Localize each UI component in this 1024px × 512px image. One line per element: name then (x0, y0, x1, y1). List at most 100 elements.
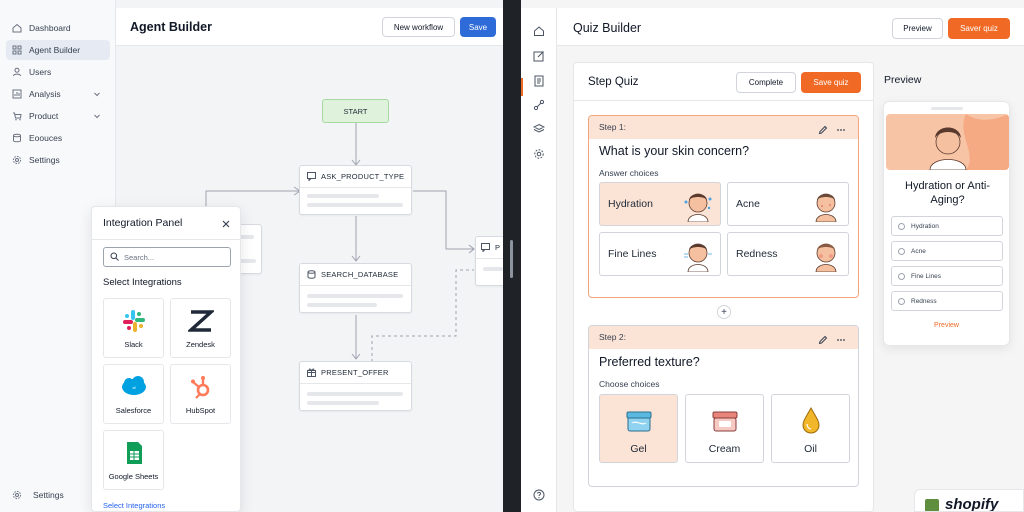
integration-label: Salesforce (115, 406, 152, 415)
texture-choice-cream[interactable]: Cream (685, 394, 764, 463)
workflow-node-ask-product-type[interactable]: ASK_PRODUCT_TYPE (299, 165, 412, 215)
save-quiz-button-secondary[interactable]: Save quiz (801, 72, 861, 93)
woman-illustration-icon (929, 114, 1009, 170)
workflow-node-search-database[interactable]: SEARCH_DATABASE (299, 263, 412, 313)
chat-icon (481, 243, 490, 253)
divider (92, 239, 240, 240)
radio-icon (898, 222, 905, 230)
sidebar-item-label: Agent Builder (29, 45, 81, 55)
integration-label: Slack (124, 340, 143, 349)
chat-icon (307, 172, 316, 182)
step-subtitle: Choose choices (599, 379, 660, 389)
pencil-icon[interactable] (818, 122, 828, 135)
gear-icon (12, 490, 22, 500)
integration-tile-slack[interactable]: Slack (103, 298, 164, 358)
answer-choice-redness[interactable]: Redness (727, 232, 849, 276)
sidebar-item-label: Dashboard (29, 23, 71, 33)
radio-icon (898, 297, 905, 305)
integration-tile-google-sheets[interactable]: Google Sheets (103, 430, 164, 490)
choice-label: Redness (736, 248, 778, 260)
sidebar-item-users[interactable]: Users (6, 62, 110, 82)
radio-icon (898, 272, 905, 280)
texture-label: Gel (630, 443, 647, 455)
step-label: Step 2: (599, 332, 626, 342)
answer-choice-acne[interactable]: Acne (727, 182, 849, 226)
integration-label: HubSpot (185, 406, 216, 415)
sidebar-item-label: Users (29, 67, 52, 77)
edit-icon[interactable] (533, 49, 545, 62)
start-node[interactable]: START (322, 99, 389, 123)
document-icon[interactable] (533, 74, 545, 87)
preview-option[interactable]: Fine Lines (891, 266, 1003, 286)
complete-button[interactable]: Complete (736, 72, 796, 93)
option-label: Hydration (911, 222, 939, 230)
pencil-icon[interactable] (818, 332, 828, 345)
home-icon[interactable] (533, 24, 545, 36)
integration-tile-hubspot[interactable]: HubSpot (170, 364, 231, 424)
preview-heading: Preview (884, 74, 922, 86)
workflow-node-partial[interactable]: P (475, 236, 503, 286)
integration-tile-salesforce[interactable]: sf Salesforce (103, 364, 164, 424)
divider (574, 100, 873, 101)
phone-preview: Hydration or Anti-Aging? Hydration Acne … (883, 101, 1010, 346)
preview-submit-button[interactable]: Preview (884, 322, 1009, 329)
chevron-down-icon (92, 111, 102, 121)
texture-choice-gel[interactable]: Gel (599, 394, 678, 463)
step-subtitle: Answer choices (599, 168, 659, 178)
panel-title: Integration Panel (103, 217, 183, 229)
shopify-badge: shopify (914, 489, 1024, 512)
more-icon[interactable] (836, 332, 846, 342)
add-step-button[interactable]: + (717, 305, 731, 319)
node-placeholder-line (307, 303, 377, 307)
answer-choice-fine-lines[interactable]: Fine Lines (599, 232, 721, 276)
node-placeholder-line (307, 401, 379, 405)
sidebar-item-label: Analysis (29, 89, 61, 99)
sidebar-item-settings[interactable]: Settings (6, 150, 110, 170)
agent-builder-app: Dashboard Agent Builder Users Analysis P… (0, 0, 503, 512)
integration-tile-zendesk[interactable]: Zendesk (170, 298, 231, 358)
select-integrations-link[interactable]: Select Integrations (103, 501, 165, 510)
sidebar-item-agent-builder[interactable]: Agent Builder (6, 40, 110, 60)
sidebar-item-product[interactable]: Product (6, 106, 110, 126)
texture-choice-oil[interactable]: Oil (771, 394, 850, 463)
close-icon[interactable] (221, 216, 231, 228)
sidebar-item-label: Eoouces (29, 133, 63, 143)
sidebar-item-eoouces[interactable]: Eoouces (6, 128, 110, 148)
active-indicator (521, 78, 523, 96)
offer-icon (307, 368, 316, 377)
preview-button[interactable]: Preview (892, 18, 943, 39)
salesforce-logo: sf (121, 376, 146, 395)
quiz-step-2[interactable]: Step 2: Preferred texture? Choose choice… (588, 325, 859, 487)
save-button[interactable]: Save (460, 17, 496, 37)
shopify-wordmark: shopify (945, 496, 999, 512)
quiz-step-1[interactable]: Step 1: What is your skin concern? Answe… (588, 115, 859, 298)
search-input[interactable]: Search... (103, 247, 231, 267)
split-handle[interactable] (510, 240, 513, 278)
step-question: Preferred texture? (599, 355, 700, 369)
choice-label: Fine Lines (608, 248, 657, 260)
preview-question: Hydration or Anti-Aging? (905, 180, 990, 206)
split-divider[interactable] (503, 0, 521, 512)
preview-option[interactable]: Hydration (891, 216, 1003, 236)
node-header: ASK_PRODUCT_TYPE (300, 166, 411, 188)
texture-label: Oil (804, 443, 817, 455)
layers-icon[interactable] (532, 122, 546, 134)
icon-rail (521, 8, 557, 512)
more-icon[interactable] (836, 122, 846, 132)
integration-panel: Integration Panel Search... Select Integ… (91, 206, 241, 512)
answer-choice-hydration[interactable]: Hydration (599, 182, 721, 226)
node-placeholder-line (307, 203, 403, 207)
sidebar-item-analysis[interactable]: Analysis (6, 84, 110, 104)
help-icon[interactable] (533, 488, 545, 501)
save-quiz-button[interactable]: Saver quiz (948, 18, 1010, 39)
new-workflow-button[interactable]: New workflow (382, 17, 455, 37)
gear-icon[interactable] (533, 147, 545, 159)
quiz-builder-header: Quiz Builder Preview Saver quiz (557, 8, 1024, 46)
preview-option[interactable]: Acne (891, 241, 1003, 261)
workflow-node-present-offer[interactable]: PRESENT_OFFER (299, 361, 412, 411)
integration-icon[interactable] (533, 98, 545, 111)
sidebar-item-dashboard[interactable]: Dashboard (6, 18, 110, 38)
preview-hero-image (886, 114, 1009, 170)
sidebar-item-label: Settings (29, 155, 60, 165)
preview-option[interactable]: Redness (891, 291, 1003, 311)
